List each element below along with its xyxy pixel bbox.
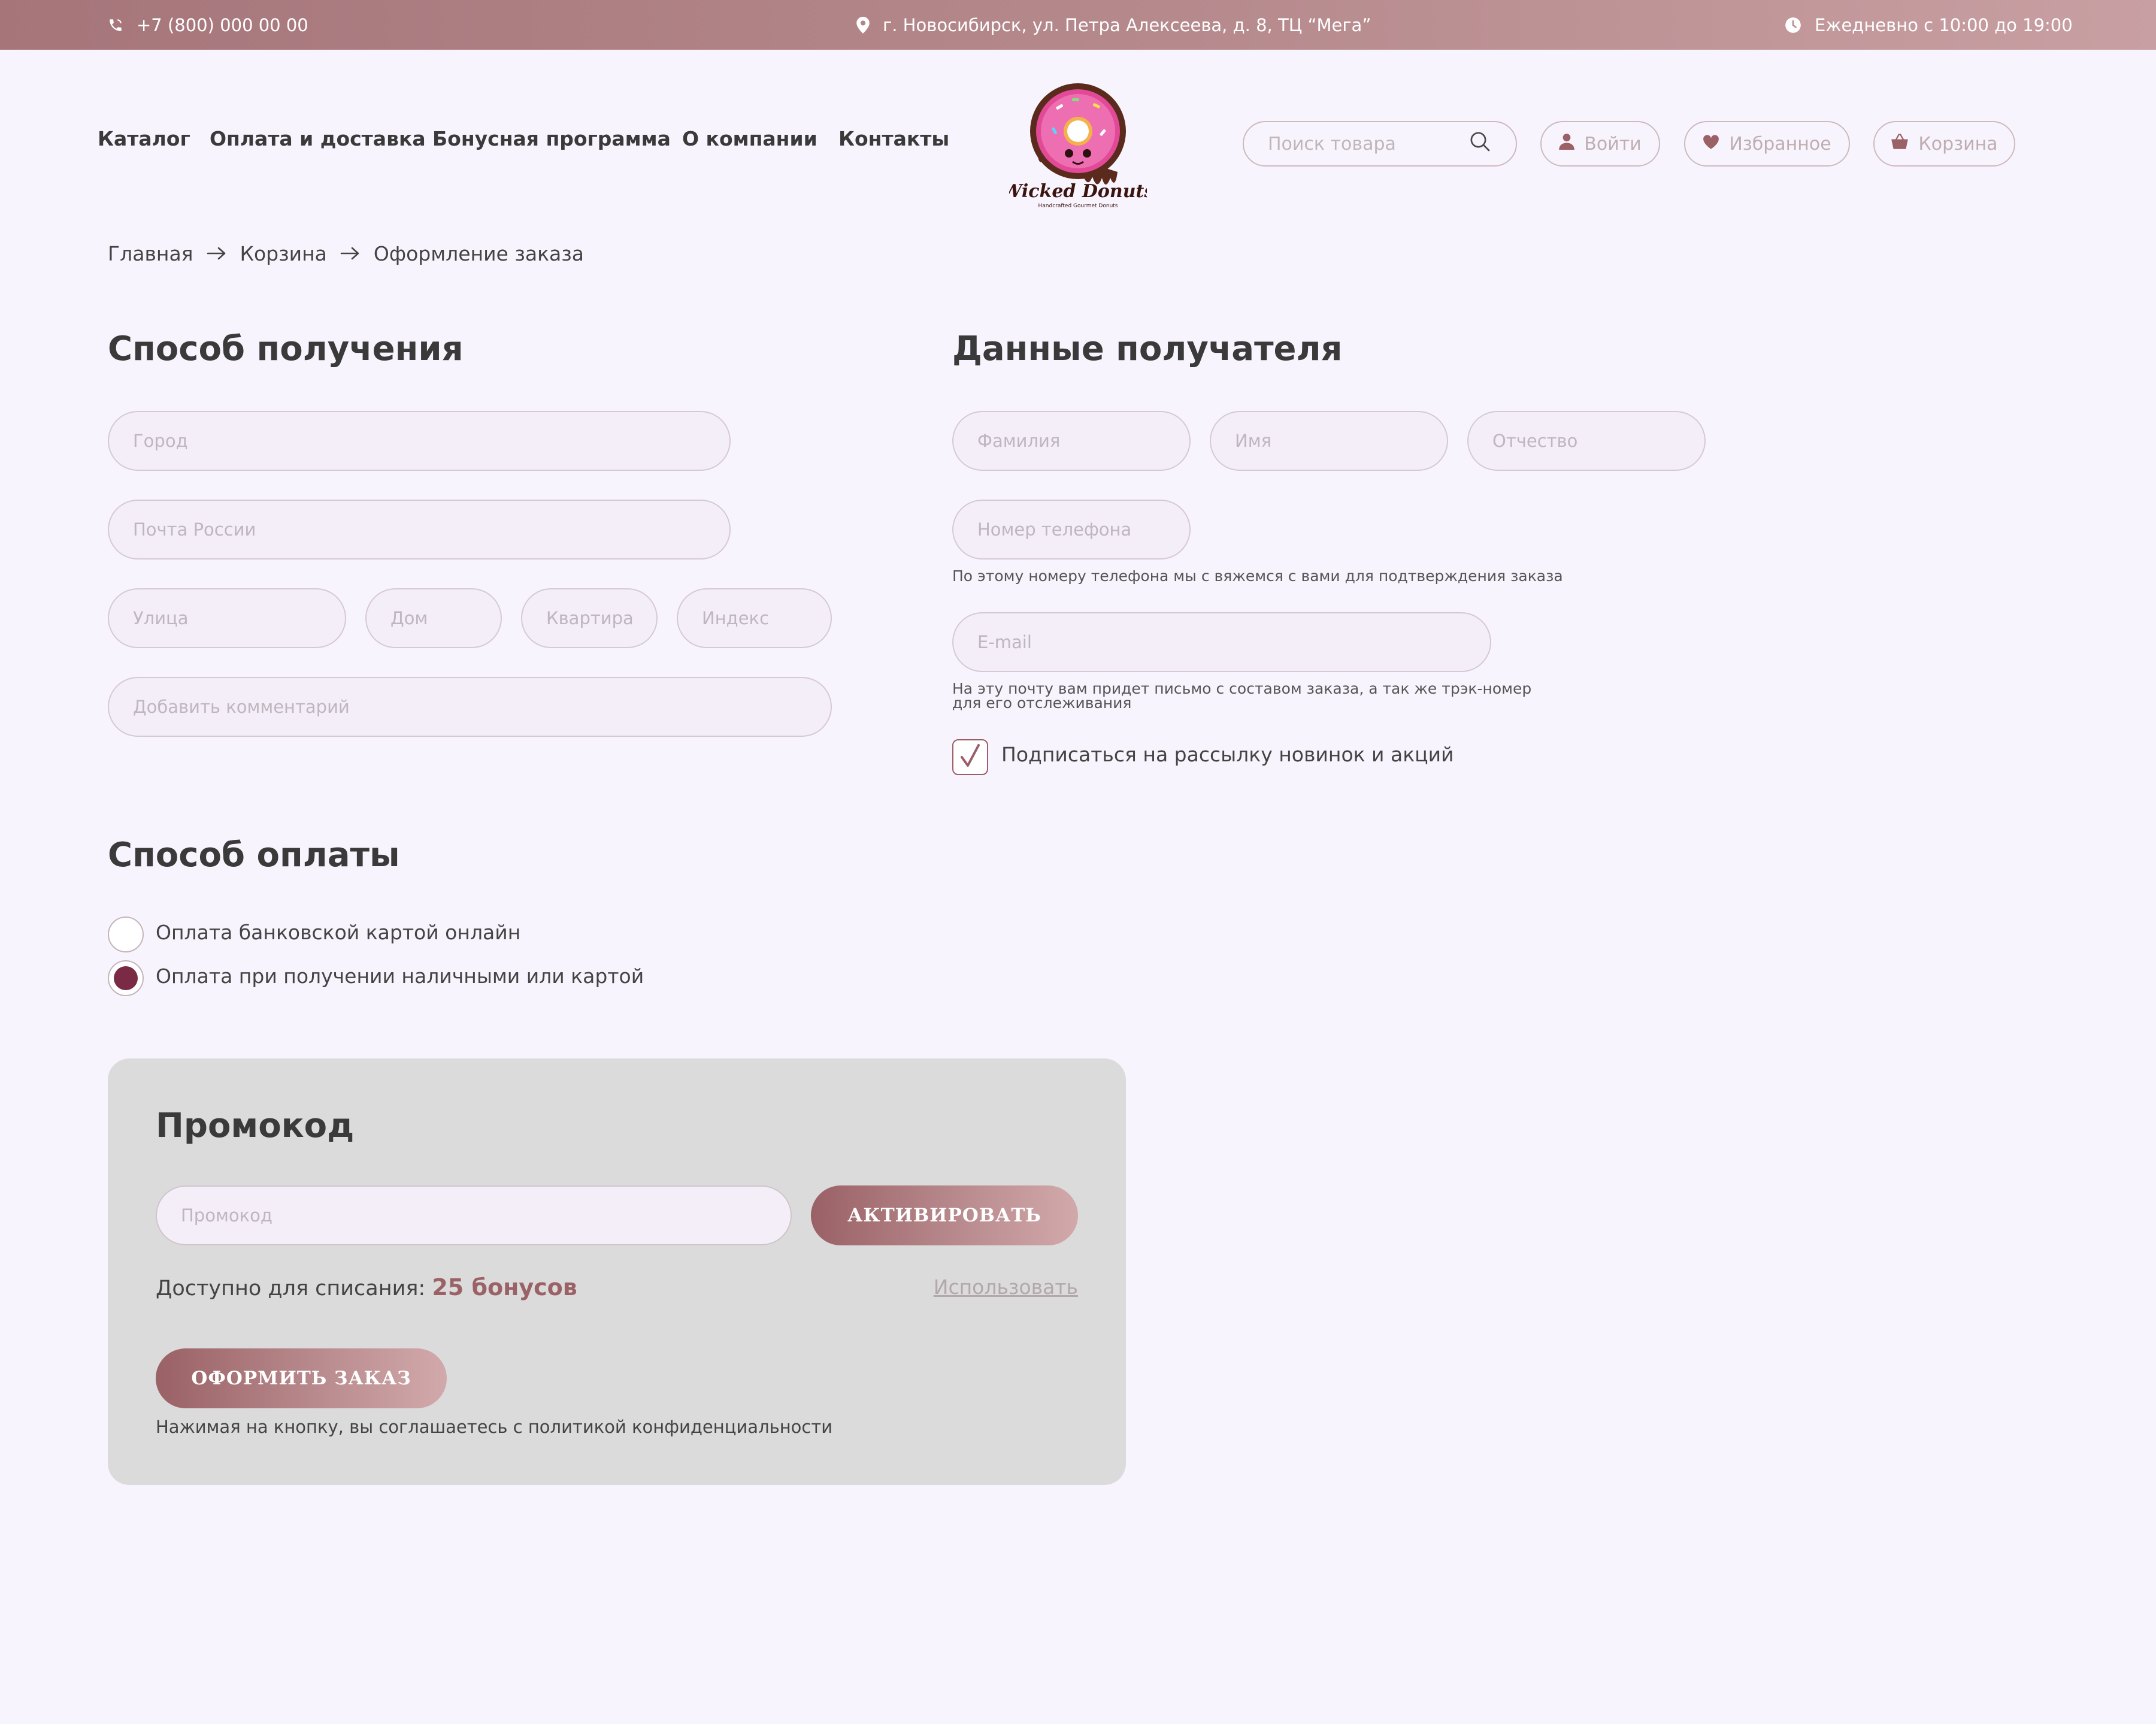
delivery-service-field[interactable]: Почта России <box>108 500 731 559</box>
place-order-button[interactable]: ОФОРМИТЬ ЗАКАЗ <box>156 1348 447 1408</box>
nav-payment-delivery[interactable]: Оплата и доставка <box>210 127 426 150</box>
nav-bonus-program[interactable]: Бонусная программа <box>432 127 671 150</box>
checkmark-icon <box>958 743 982 772</box>
cart-button[interactable]: Корзина <box>1873 121 2015 167</box>
delivery-title: Способ получения <box>108 329 464 368</box>
topbar-phone[interactable]: +7 (800) 000 00 00 <box>108 0 308 50</box>
city-field[interactable]: Город <box>108 411 731 471</box>
basket-icon <box>1891 133 1909 155</box>
city-placeholder: Город <box>133 431 188 451</box>
topbar-phone-text: +7 (800) 000 00 00 <box>137 14 308 35</box>
apartment-field[interactable]: Квартира <box>521 588 658 648</box>
nav-catalog[interactable]: Каталог <box>98 127 190 150</box>
email-hint-line-2: для его отслеживания <box>952 694 1132 712</box>
user-icon <box>1559 133 1575 155</box>
nav-about[interactable]: О компании <box>682 127 817 150</box>
phone-placeholder: Номер телефона <box>977 519 1132 540</box>
house-field[interactable]: Дом <box>365 588 502 648</box>
topbar-hours: Ежедневно с 10:00 до 19:00 <box>1785 0 2073 50</box>
phone-icon <box>108 17 123 33</box>
radio-selected-dot <box>114 966 138 990</box>
topbar-address-text: г. Новосибирск, ул. Петра Алексеева, д. … <box>883 14 1371 35</box>
firstname-placeholder: Имя <box>1235 431 1272 451</box>
street-field[interactable]: Улица <box>108 588 346 648</box>
delivery-service-placeholder: Почта России <box>133 519 256 540</box>
patronymic-field[interactable]: Отчество <box>1467 411 1706 471</box>
activate-promo-button[interactable]: АКТИВИРОВАТЬ <box>811 1185 1078 1245</box>
favorites-button[interactable]: Избранное <box>1684 121 1850 167</box>
promo-code-placeholder: Промокод <box>181 1205 272 1226</box>
promo-code-input[interactable]: Промокод <box>156 1185 792 1245</box>
use-bonuses-link[interactable]: Использовать <box>934 1275 1078 1299</box>
email-placeholder: E-mail <box>977 632 1032 652</box>
svg-text:Handcrafted Gourmet Donuts: Handcrafted Gourmet Donuts <box>1038 203 1118 209</box>
nav-contacts[interactable]: Контакты <box>838 127 949 150</box>
phone-field[interactable]: Номер телефона <box>952 500 1191 559</box>
promo-title: Промокод <box>156 1106 355 1145</box>
payment-option-card-online-label[interactable]: Оплата банковской картой онлайн <box>156 921 520 944</box>
lastname-field[interactable]: Фамилия <box>952 411 1191 471</box>
heart-icon <box>1703 134 1719 155</box>
postal-index-field[interactable]: Индекс <box>677 588 832 648</box>
breadcrumb-current: Оформление заказа <box>373 241 585 265</box>
breadcrumb-home[interactable]: Главная <box>108 242 193 265</box>
available-bonuses-label: Доступно для списания: <box>156 1277 426 1300</box>
arrow-right-icon <box>207 242 227 265</box>
lastname-placeholder: Фамилия <box>977 431 1061 451</box>
promo-card: Промокод Промокод АКТИВИРОВАТЬ Доступно … <box>108 1058 1126 1485</box>
login-label: Войти <box>1584 133 1642 155</box>
privacy-agreement-text: Нажимая на кнопку, вы соглашаетесь с пол… <box>156 1417 833 1437</box>
cart-label: Корзина <box>1918 133 1998 155</box>
location-pin-icon <box>856 16 870 34</box>
comment-placeholder: Добавить комментарий <box>133 697 350 717</box>
firstname-field[interactable]: Имя <box>1210 411 1448 471</box>
breadcrumb-cart[interactable]: Корзина <box>240 242 327 265</box>
comment-field[interactable]: Добавить комментарий <box>108 677 832 737</box>
phone-hint: По этому номеру телефона мы с вяжемся с … <box>952 567 1563 585</box>
subscribe-label[interactable]: Подписаться на рассылку новинок и акций <box>1001 743 1454 766</box>
arrow-right-icon <box>340 242 361 265</box>
payment-option-card-online-radio[interactable] <box>108 917 144 952</box>
email-field[interactable]: E-mail <box>952 612 1491 672</box>
street-placeholder: Улица <box>133 608 189 628</box>
favorites-label: Избранное <box>1729 133 1831 155</box>
house-placeholder: Дом <box>390 608 428 628</box>
svg-text:Wicked Donuts: Wicked Donuts <box>1009 181 1147 202</box>
login-button[interactable]: Войти <box>1540 121 1660 167</box>
patronymic-placeholder: Отчество <box>1492 431 1578 451</box>
logo[interactable]: Wicked Donuts Handcrafted Gourmet Donuts <box>1002 74 1154 212</box>
payment-option-on-delivery-radio[interactable] <box>108 960 144 996</box>
apartment-placeholder: Квартира <box>546 608 634 628</box>
available-bonuses-value: 25 бонусов <box>432 1274 577 1300</box>
payment-title: Способ оплаты <box>108 836 400 875</box>
topbar-hours-text: Ежедневно с 10:00 до 19:00 <box>1815 14 2073 35</box>
topbar-address: г. Новосибирск, ул. Петра Алексеева, д. … <box>856 0 1371 50</box>
recipient-title: Данные получателя <box>952 329 1343 368</box>
subscribe-checkbox[interactable] <box>952 739 988 775</box>
top-info-bar: +7 (800) 000 00 00 г. Новосибирск, ул. П… <box>0 0 2156 50</box>
payment-option-on-delivery-label[interactable]: Оплата при получении наличными или карто… <box>156 964 644 988</box>
postal-index-placeholder: Индекс <box>702 608 770 628</box>
clock-icon <box>1785 17 1801 34</box>
search-placeholder: Поиск товара <box>1268 133 1396 155</box>
breadcrumb: Главная Корзина Оформление заказа <box>108 238 584 268</box>
search-icon[interactable] <box>1468 129 1492 158</box>
available-bonuses: Доступно для списания: 25 бонусов <box>156 1274 577 1300</box>
search-input[interactable]: Поиск товара <box>1243 121 1517 167</box>
